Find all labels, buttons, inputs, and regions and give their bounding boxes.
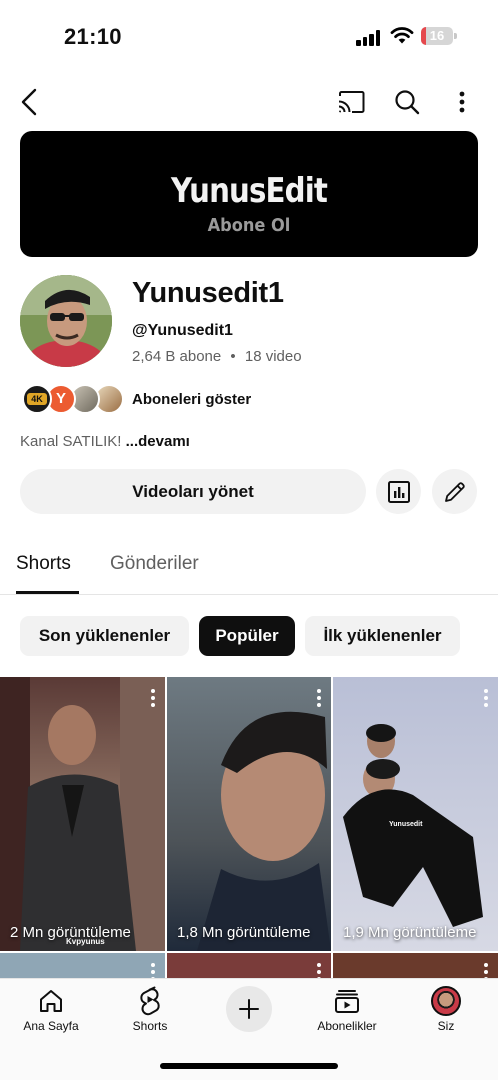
short-tile-2[interactable]: 1,8 Mn görüntüleme [167,677,331,951]
battery-level-text: 16 [429,28,445,43]
nav-subscriptions-label: Abonelikler [317,1019,377,1033]
create-icon [239,999,259,1019]
cast-button[interactable] [333,84,369,120]
shorts-icon [140,986,160,1016]
nav-subscriptions[interactable]: Abonelikler [302,985,392,1033]
description-text: Kanal SATILIK! [20,433,122,450]
short-views-3: 1,9 Mn görüntüleme [343,924,477,941]
short-menu-icon-4[interactable] [151,963,155,978]
pencil-icon [444,481,465,502]
nav-home[interactable]: Ana Sayfa [6,985,96,1033]
channel-avatar[interactable] [20,275,112,367]
chevron-left-icon [21,88,37,116]
short-thumbnail-1 [0,677,165,951]
top-app-bar [0,80,498,124]
avatar-image [20,275,112,367]
nav-shorts-label: Shorts [132,1019,168,1033]
short-menu-icon-3[interactable] [484,689,488,707]
search-icon [395,90,420,115]
short-tile-5[interactable] [167,953,331,978]
battery-indicator: 16 [421,27,457,45]
active-tab-indicator [16,591,79,594]
home-icon [40,990,62,1012]
short-menu-icon-2[interactable] [317,689,321,707]
channel-name: Yunusedit1 [132,277,284,309]
short-tile-1[interactable]: Kvpyunus 2 Mn görüntüleme [0,677,165,951]
show-subscribers-label: Aboneleri göster [132,391,252,408]
stats-separator: • [230,348,236,365]
cellular-signal-icon [356,30,382,46]
manage-videos-button[interactable]: Videoları yönet [20,469,366,514]
chip-popular[interactable]: Popüler [199,616,295,656]
short-overlay-text-3: Yunusedit [389,821,423,828]
banner-title: YunusEdit [170,171,328,211]
tab-posts[interactable]: Gönderiler [110,553,199,575]
banner-subtitle: Abone Ol [207,215,291,236]
search-button[interactable] [389,84,425,120]
short-thumbnail-2 [197,711,331,951]
cast-icon [338,91,365,113]
short-tile-6[interactable] [333,953,498,978]
short-views-1: 2 Mn görüntüleme [10,924,131,941]
short-menu-icon-1[interactable] [151,689,155,707]
chip-latest[interactable]: Son yüklenenler [20,616,189,656]
short-views-2: 1,8 Mn görüntüleme [177,924,311,941]
status-time: 21:10 [64,24,122,49]
channel-description[interactable]: Kanal SATILIK! ...devamı [20,433,190,450]
wifi-icon [390,27,414,44]
status-bar: 21:10 16 [0,0,498,72]
nav-you[interactable]: Siz [401,985,491,1033]
subscriber-count: 2,64 B abone [132,348,222,365]
more-vertical-icon [459,91,465,113]
back-button[interactable] [12,84,48,120]
channel-banner: YunusEdit Abone Ol [20,131,478,257]
tab-shorts[interactable]: Shorts [16,553,71,575]
channel-handle: @Yunusedit1 [132,322,233,339]
nav-home-label: Ana Sayfa [23,1019,79,1033]
profile-avatar [431,986,461,1016]
home-indicator [160,1063,338,1069]
show-subscribers-row[interactable]: 4K Y Aboneleri göster [22,384,322,416]
create-button[interactable] [226,986,272,1032]
chip-oldest[interactable]: İlk yüklenenler [305,616,460,656]
short-thumbnail-3 [343,724,483,927]
nav-shorts[interactable]: Shorts [105,985,195,1033]
edit-channel-button[interactable] [432,469,477,514]
analytics-icon [387,480,410,503]
subscriptions-icon [335,990,359,1013]
video-count: 18 video [244,348,302,365]
analytics-button[interactable] [376,469,421,514]
short-tile-4[interactable] [0,953,165,978]
channel-tabs: Shorts Gönderiler [0,540,498,595]
description-more-link[interactable]: ...devamı [126,433,190,450]
subscriber-avatar-1: 4K [22,384,52,414]
more-options-button[interactable] [444,84,480,120]
short-menu-icon-6[interactable] [484,963,488,978]
nav-you-label: Siz [437,1019,455,1033]
short-tile-3[interactable]: Yunusedit 1,9 Mn görüntüleme [333,677,498,951]
short-menu-icon-5[interactable] [317,963,321,978]
channel-stats: 2,64 B abone • 18 video [132,348,302,365]
